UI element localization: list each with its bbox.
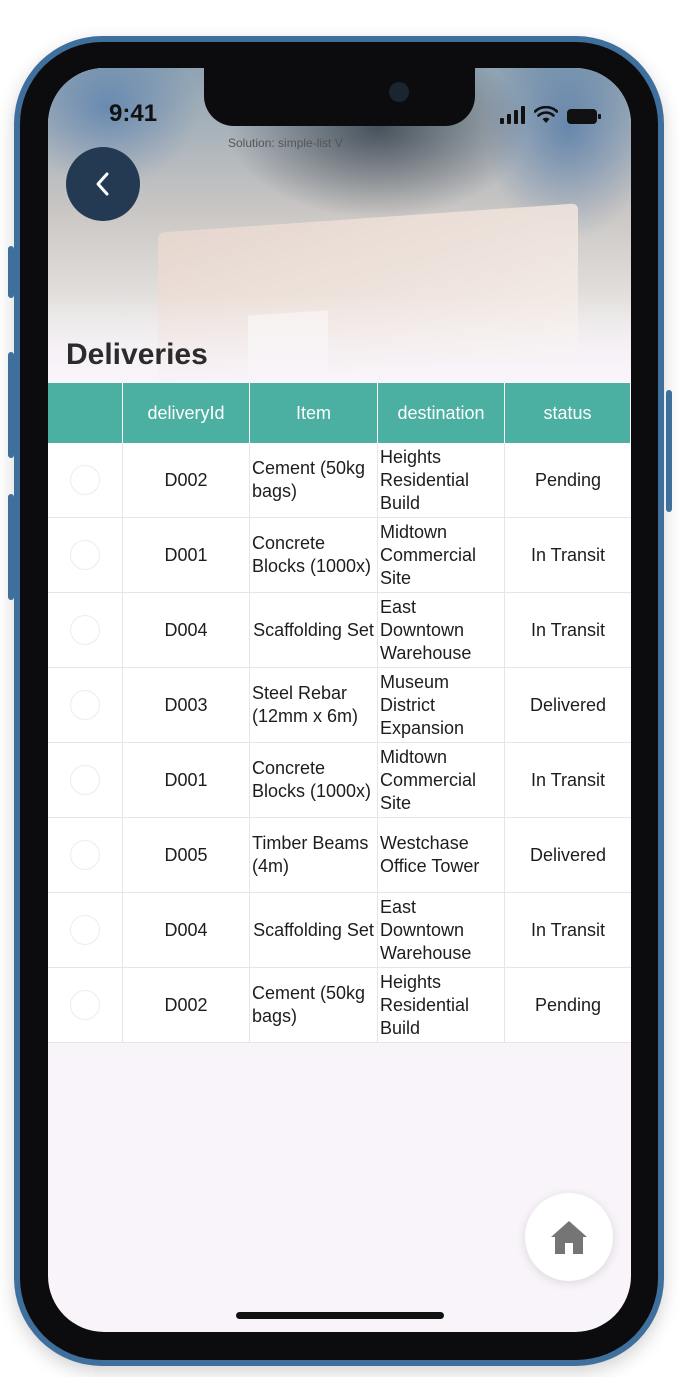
battery-icon bbox=[567, 109, 601, 124]
row-select-radio[interactable] bbox=[70, 615, 100, 645]
cell-deliveryid: D002 bbox=[123, 443, 250, 517]
cell-status: In Transit bbox=[530, 769, 606, 790]
table-header: deliveryId Item destination status bbox=[48, 383, 631, 443]
cell-deliveryid: D002 bbox=[123, 968, 250, 1042]
back-button[interactable] bbox=[66, 147, 140, 221]
header-destination[interactable]: destination bbox=[378, 383, 505, 443]
cell-destination: East Downtown Warehouse bbox=[378, 593, 505, 667]
cell-destination: Heights Residential Build bbox=[378, 443, 505, 517]
cell-item: Scaffolding Set bbox=[250, 893, 378, 967]
app-screen: 9:41 Solution: simple-list V Deliveries … bbox=[48, 68, 631, 1332]
cell-status: Delivered bbox=[529, 844, 607, 865]
cell-item: Cement (50kg bags) bbox=[250, 443, 378, 517]
header-deliveryid[interactable]: deliveryId bbox=[123, 383, 250, 443]
table-row[interactable]: D001 Concrete Blocks (1000x) Midtown Com… bbox=[48, 518, 631, 593]
cell-deliveryid: D005 bbox=[123, 818, 250, 892]
signal-icon bbox=[500, 106, 525, 124]
table-row[interactable]: D002 Cement (50kg bags) Heights Resident… bbox=[48, 443, 631, 518]
volume-down-button bbox=[8, 494, 14, 600]
cell-status: In Transit bbox=[530, 619, 606, 640]
wifi-icon bbox=[534, 106, 558, 123]
cell-deliveryid: D004 bbox=[123, 593, 250, 667]
row-select-radio[interactable] bbox=[70, 840, 100, 870]
cell-status: Delivered bbox=[529, 694, 607, 715]
cell-destination: Midtown Commercial Site bbox=[378, 518, 505, 592]
cell-destination: Heights Residential Build bbox=[378, 968, 505, 1042]
row-select-radio[interactable] bbox=[70, 990, 100, 1020]
page-title: Deliveries bbox=[66, 338, 208, 371]
cell-deliveryid: D003 bbox=[123, 668, 250, 742]
header-item[interactable]: Item bbox=[250, 383, 378, 443]
cell-item: Cement (50kg bags) bbox=[250, 968, 378, 1042]
home-indicator[interactable] bbox=[236, 1312, 444, 1319]
power-button bbox=[666, 390, 672, 512]
status-time: 9:41 bbox=[109, 100, 158, 127]
cell-deliveryid: D004 bbox=[123, 893, 250, 967]
table-row[interactable]: D001 Concrete Blocks (1000x) Midtown Com… bbox=[48, 743, 631, 818]
cell-destination: East Downtown Warehouse bbox=[378, 893, 505, 967]
row-select-radio[interactable] bbox=[70, 765, 100, 795]
cell-destination: Midtown Commercial Site bbox=[378, 743, 505, 817]
cell-deliveryid: D001 bbox=[123, 518, 250, 592]
solution-label: Solution: simple-list V bbox=[228, 136, 343, 150]
home-button[interactable] bbox=[525, 1193, 613, 1281]
volume-up-button bbox=[8, 352, 14, 458]
table-row[interactable]: D004 Scaffolding Set East Downtown Wareh… bbox=[48, 893, 631, 968]
header-select bbox=[48, 383, 123, 443]
cell-status: Pending bbox=[534, 994, 602, 1015]
cell-status: In Transit bbox=[530, 919, 606, 940]
cell-deliveryid: D001 bbox=[123, 743, 250, 817]
status-icons bbox=[500, 106, 601, 124]
cell-destination: Westchase Office Tower bbox=[378, 818, 505, 892]
row-select-radio[interactable] bbox=[70, 690, 100, 720]
chevron-left-icon bbox=[96, 172, 109, 196]
cell-item: Timber Beams (4m) bbox=[250, 818, 378, 892]
table-row[interactable]: D003 Steel Rebar (12mm x 6m) Museum Dist… bbox=[48, 668, 631, 743]
home-icon bbox=[551, 1221, 587, 1254]
header-status[interactable]: status bbox=[505, 383, 631, 443]
cell-item: Scaffolding Set bbox=[250, 593, 378, 667]
table-row[interactable]: D002 Cement (50kg bags) Heights Resident… bbox=[48, 968, 631, 1043]
row-select-radio[interactable] bbox=[70, 915, 100, 945]
deliveries-table: deliveryId Item destination status D002 … bbox=[48, 383, 631, 1043]
cell-status: In Transit bbox=[530, 544, 606, 565]
table-row[interactable]: D005 Timber Beams (4m) Westchase Office … bbox=[48, 818, 631, 893]
cell-destination: Museum District Expansion bbox=[378, 668, 505, 742]
notch bbox=[204, 68, 475, 126]
cell-status: Pending bbox=[534, 469, 602, 490]
cell-item: Concrete Blocks (1000x) bbox=[250, 743, 378, 817]
cell-item: Concrete Blocks (1000x) bbox=[250, 518, 378, 592]
row-select-radio[interactable] bbox=[70, 465, 100, 495]
mute-switch bbox=[8, 246, 14, 298]
camera bbox=[389, 82, 409, 102]
cell-item: Steel Rebar (12mm x 6m) bbox=[250, 668, 378, 742]
table-row[interactable]: D004 Scaffolding Set East Downtown Wareh… bbox=[48, 593, 631, 668]
row-select-radio[interactable] bbox=[70, 540, 100, 570]
